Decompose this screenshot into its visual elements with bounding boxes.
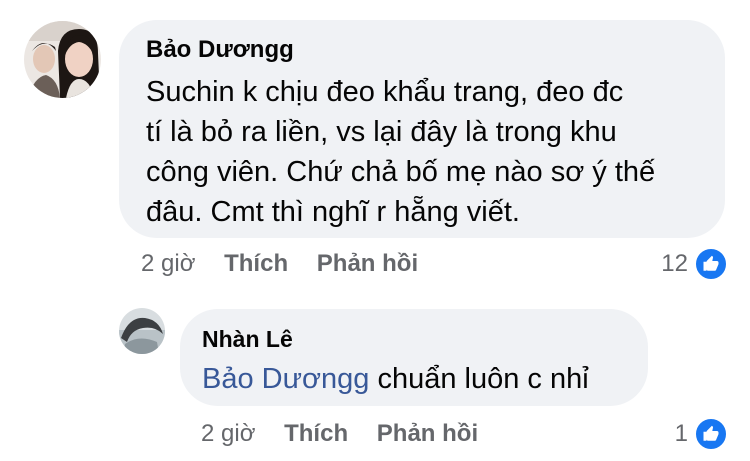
comment-line: đâu. Cmt thì nghĩ r hẵng viết. xyxy=(146,196,520,228)
comment-line: tí là bỏ ra liền, vs lại đây là trong kh… xyxy=(146,116,617,148)
reaction-count: 1 xyxy=(674,420,688,447)
mention-link[interactable]: Bảo Dươngg xyxy=(202,363,369,395)
reaction-summary[interactable]: 12 xyxy=(661,247,728,281)
reply-button[interactable]: Phản hồi xyxy=(317,250,418,277)
reply-button[interactable]: Phản hồi xyxy=(377,420,478,447)
comment-author[interactable]: Bảo Dươngg xyxy=(146,36,294,64)
like-button[interactable]: Thích xyxy=(224,250,288,277)
reaction-count: 12 xyxy=(661,250,688,277)
comment-time[interactable]: 2 giờ xyxy=(141,250,195,277)
reply-actions: 2 giờ Thích Phản hồi xyxy=(201,420,478,448)
reply-bubble: Nhàn Lê Bảo Dươngg chuẩn luôn c nhỉ xyxy=(180,309,648,406)
avatar[interactable] xyxy=(24,21,101,98)
reply-author[interactable]: Nhàn Lê xyxy=(202,326,293,353)
reply-time[interactable]: 2 giờ xyxy=(201,420,255,447)
reply-text-body: chuẩn luôn c nhỉ xyxy=(369,363,589,395)
reaction-summary[interactable]: 1 xyxy=(675,417,728,451)
thumbs-up-icon xyxy=(694,247,728,281)
comment-actions: 2 giờ Thích Phản hồi xyxy=(141,250,418,278)
thumbs-up-icon xyxy=(694,417,728,451)
avatar[interactable] xyxy=(119,308,165,354)
comment-bubble: Bảo Dươngg Suchin k chịu đeo khẩu trang,… xyxy=(119,20,725,238)
comment-text: Suchin k chịu đeo khẩu trang, đeo đc tí … xyxy=(146,72,716,232)
comment-line: Suchin k chịu đeo khẩu trang, đeo đc xyxy=(146,76,624,108)
reply-text: Bảo Dươngg chuẩn luôn c nhỉ xyxy=(202,359,589,399)
comment-line: công viên. Chứ chả bố mẹ nào sơ ý thế xyxy=(146,156,656,188)
like-button[interactable]: Thích xyxy=(284,420,348,447)
